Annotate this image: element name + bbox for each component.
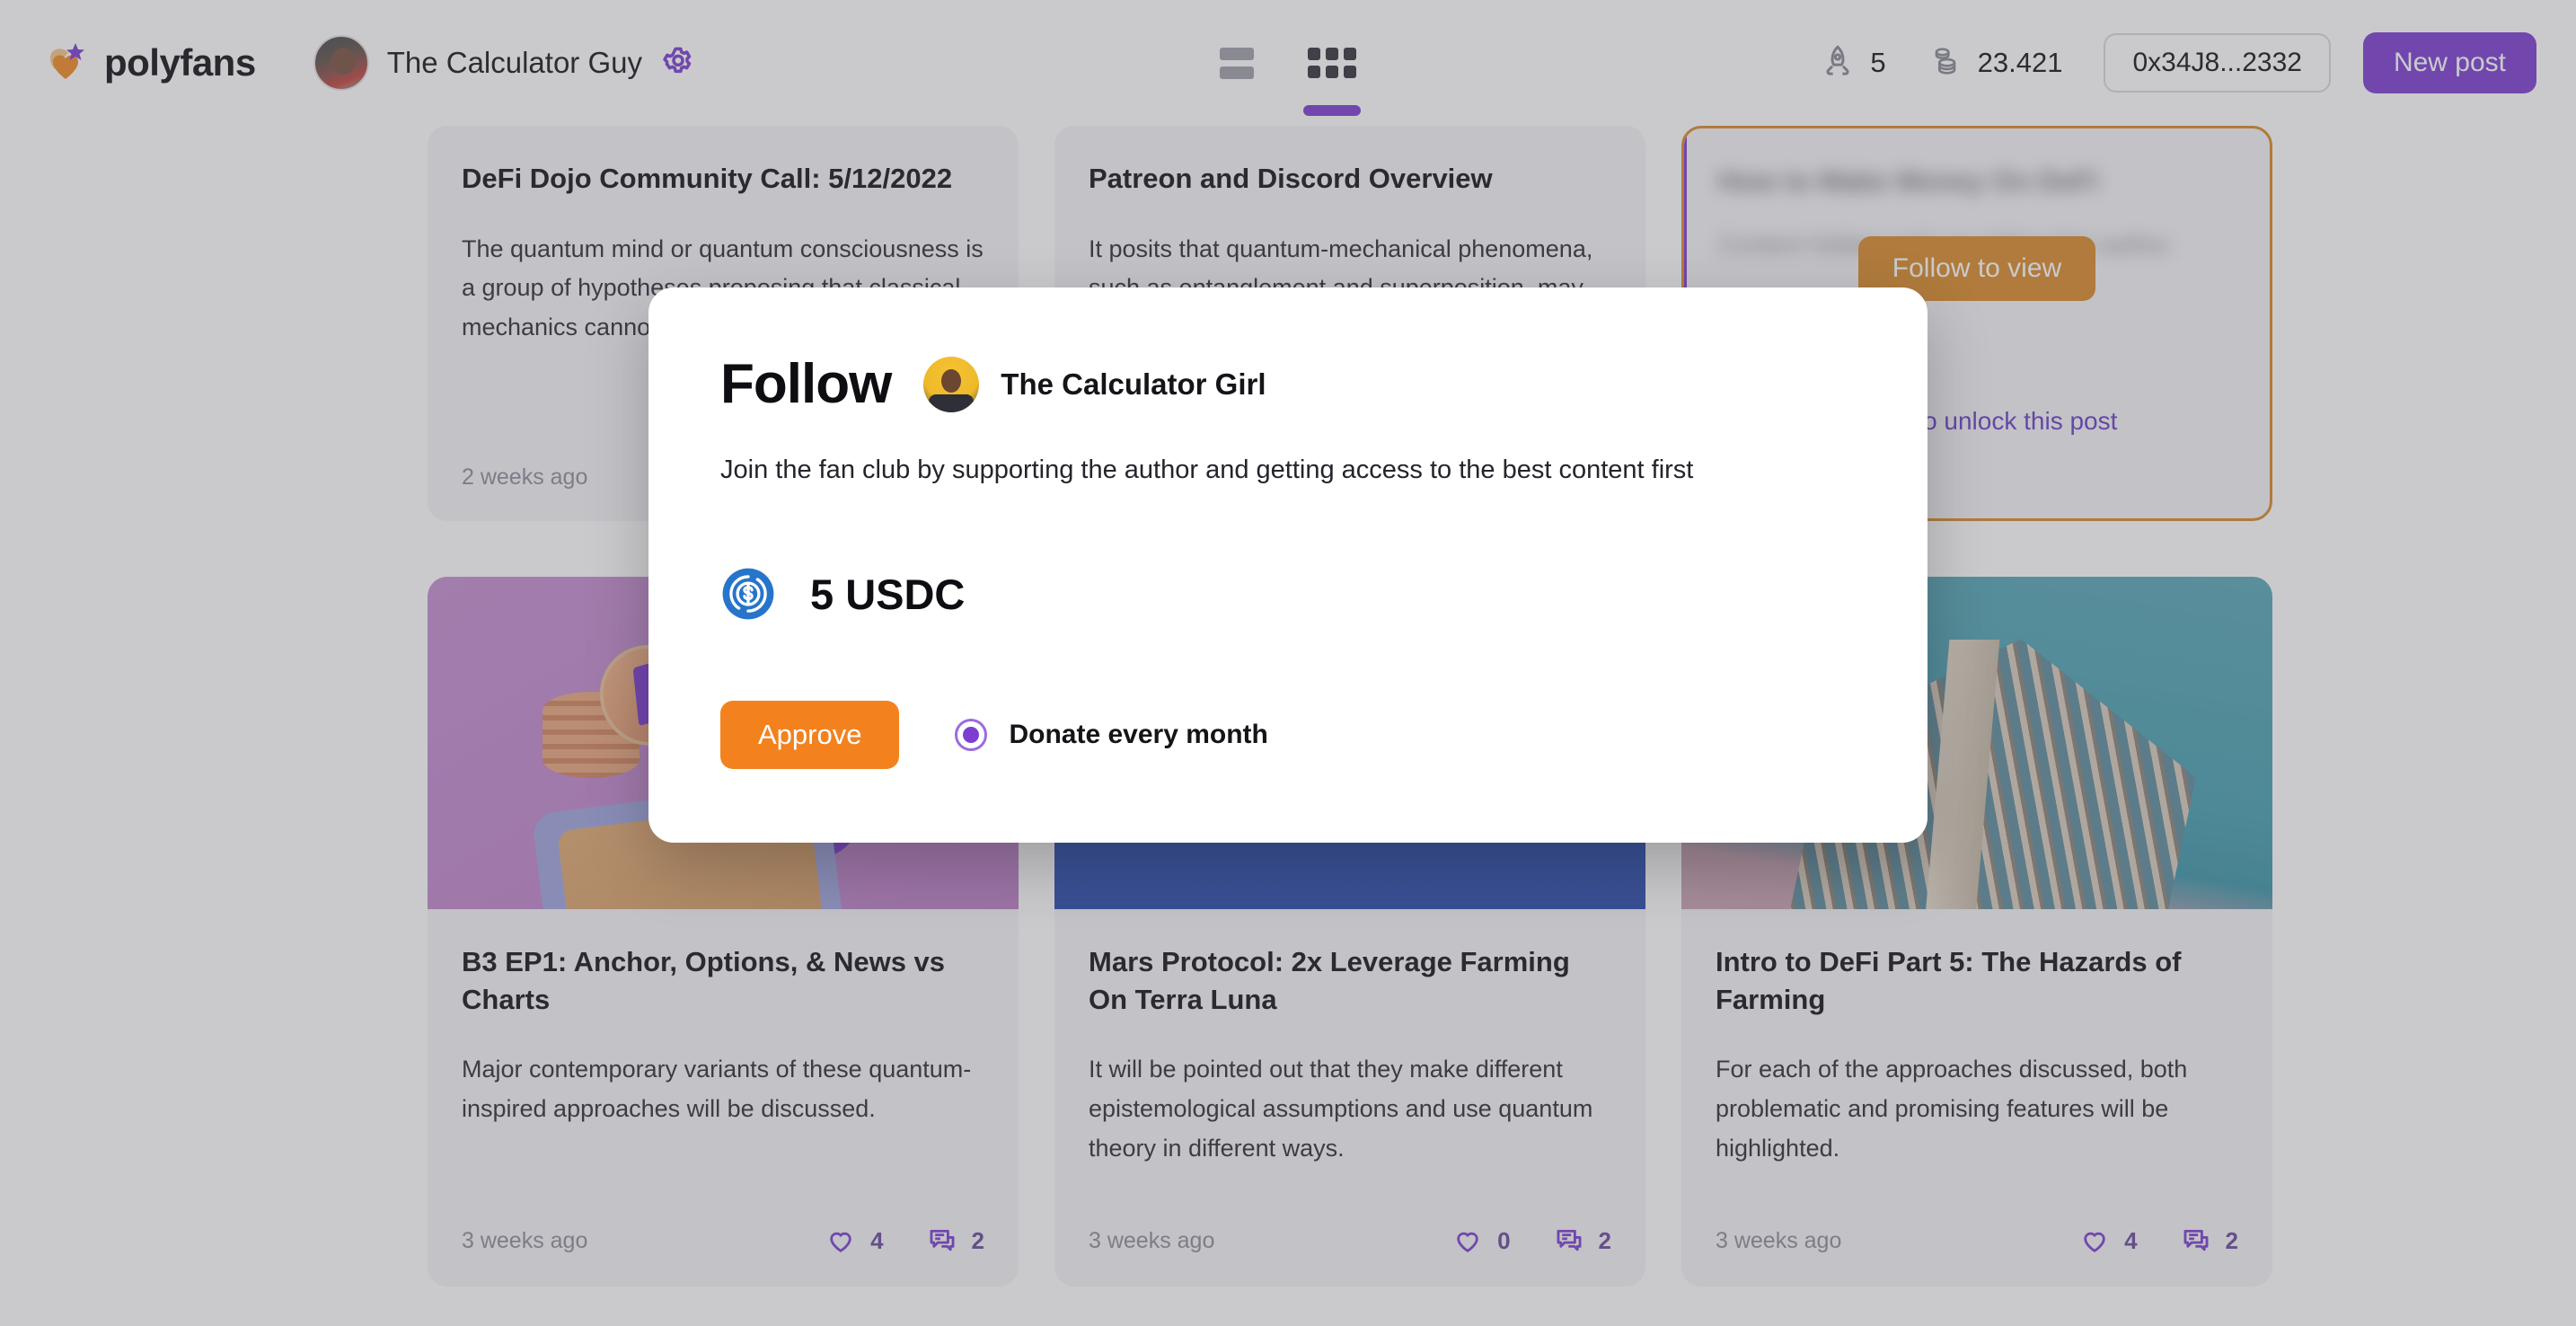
radio-button[interactable] — [955, 719, 988, 751]
author-name: The Calculator Girl — [1001, 367, 1266, 401]
follow-modal: Follow The Calculator Girl Join the fan … — [648, 287, 1928, 843]
modal-description: Join the fan club by supporting the auth… — [720, 455, 1694, 484]
donate-every-month-option[interactable]: Donate every month — [955, 719, 1268, 751]
price-amount: 5 USDC — [810, 570, 966, 618]
modal-actions: Approve Donate every month — [720, 701, 1856, 769]
usdc-coin-icon — [720, 566, 776, 622]
modal-title: Follow — [720, 353, 892, 415]
approve-button[interactable]: Approve — [720, 701, 900, 769]
donate-every-month-label: Donate every month — [1009, 720, 1268, 749]
app-root: polyfans The Calculator Guy 5 23.421 0x3… — [0, 0, 2576, 1326]
modal-header: Follow The Calculator Girl — [720, 352, 1856, 416]
price-row: 5 USDC — [720, 566, 1856, 622]
author-avatar — [923, 356, 980, 412]
modal-author[interactable]: The Calculator Girl — [923, 356, 1266, 412]
